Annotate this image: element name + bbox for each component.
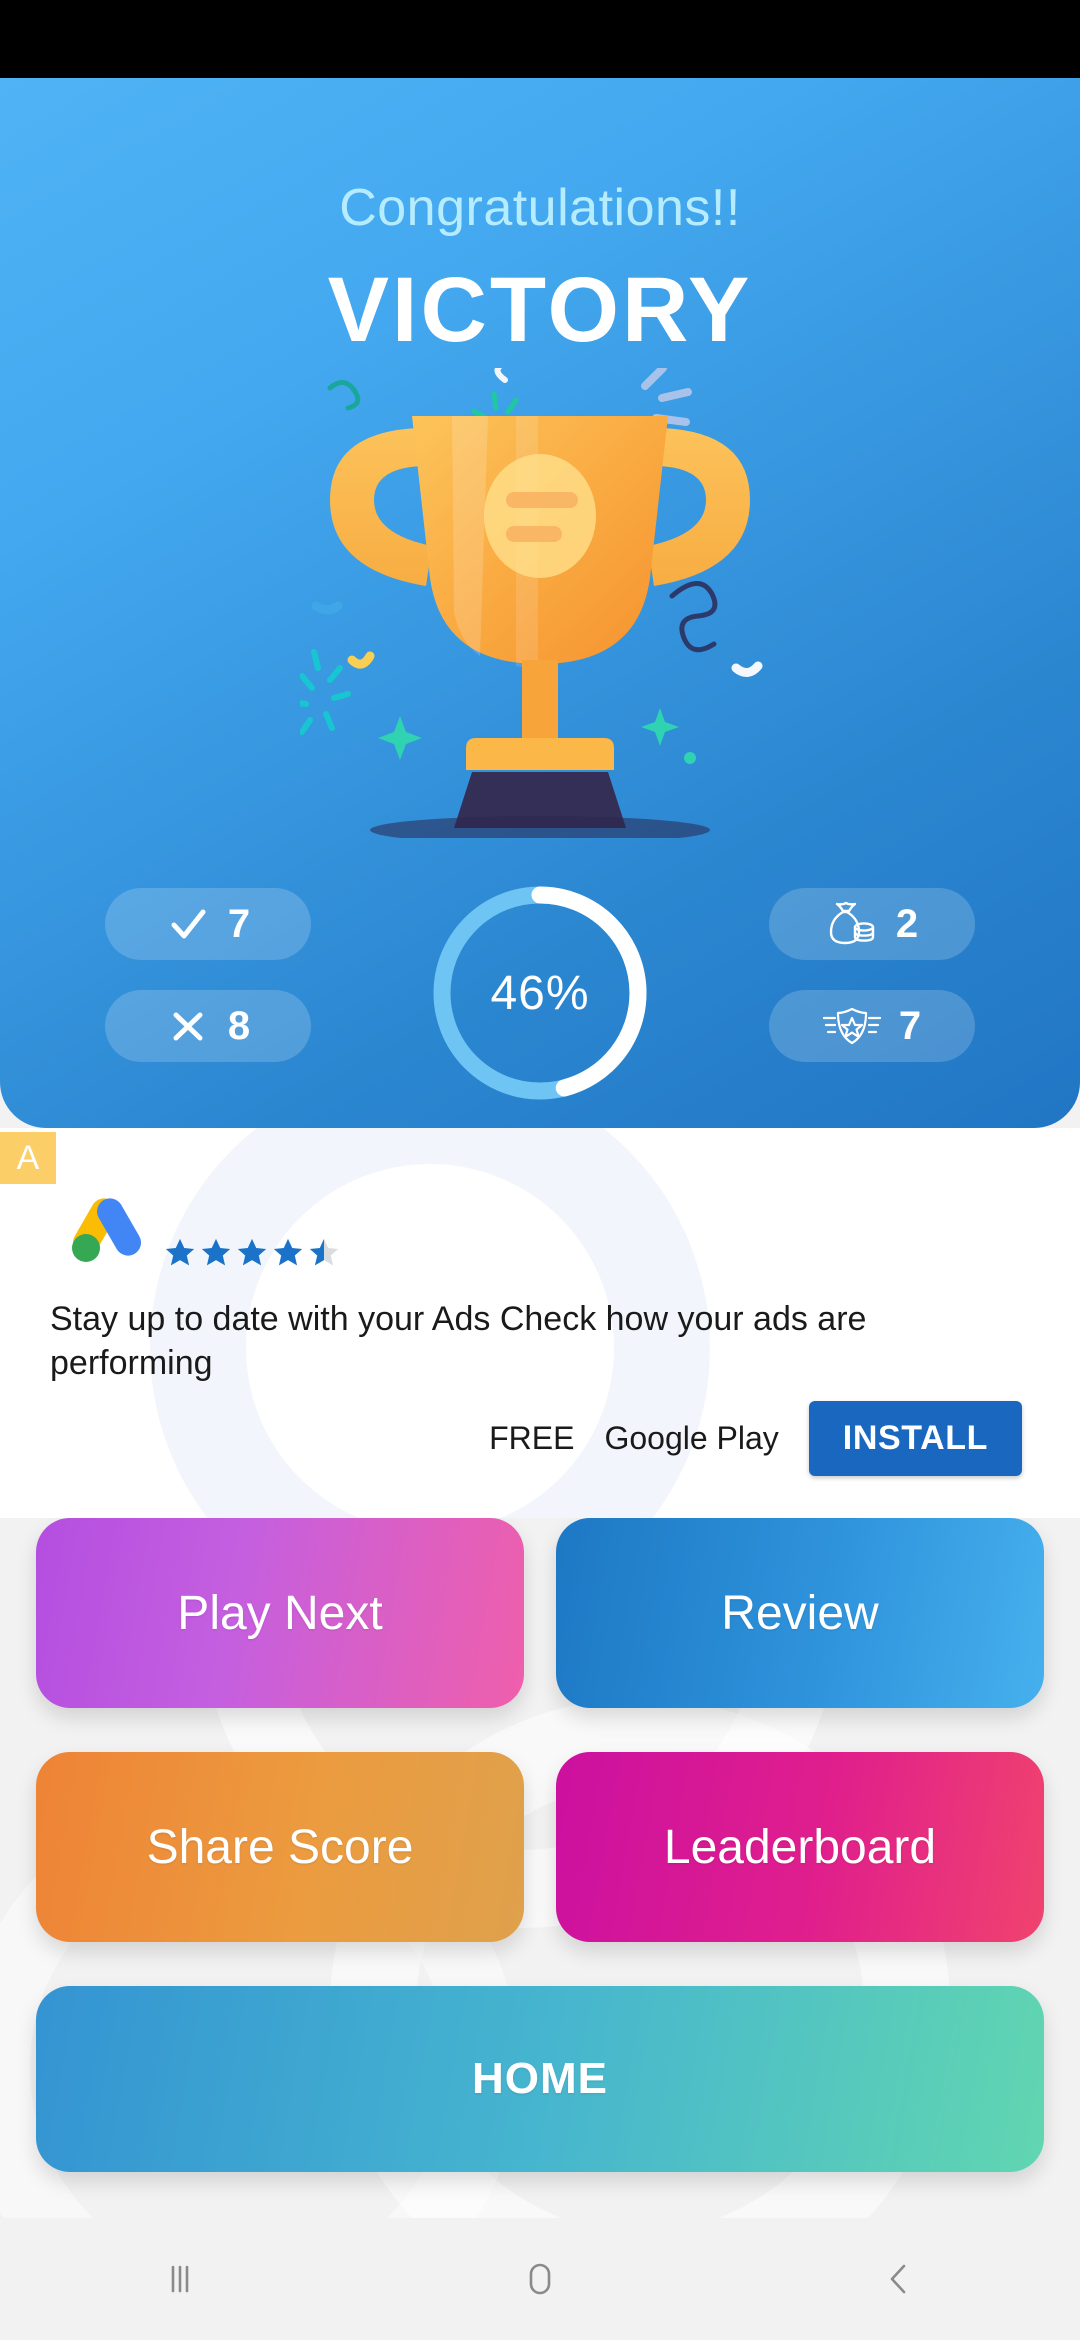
stat-correct-value: 7 xyxy=(227,901,251,946)
star-icon xyxy=(201,1238,231,1266)
money-bag-icon xyxy=(829,901,875,945)
stat-correct: 7 xyxy=(105,888,311,960)
ad-container[interactable]: A Stay up to date with your Ads Check ho… xyxy=(0,1128,1080,1518)
victory-card: Congratulations!! VICTORY 7 8 2 7 46% xyxy=(0,78,1080,1128)
nav-home-button[interactable] xyxy=(450,2218,630,2340)
action-row-3: HOME xyxy=(0,1986,1080,2172)
stats-row: 7 8 2 7 46% xyxy=(0,886,1080,1128)
home-button[interactable]: HOME xyxy=(36,1986,1044,2172)
google-ads-logo-icon xyxy=(72,1198,141,1262)
badge-shield-icon xyxy=(822,1007,881,1045)
star-half-icon xyxy=(309,1238,339,1266)
stats-left-column: 7 8 xyxy=(105,888,311,1092)
ad-cta-row: FREE Google Play INSTALL xyxy=(489,1401,1022,1476)
star-icon xyxy=(165,1238,195,1266)
trophy-icon xyxy=(300,368,763,838)
ad-badge: A xyxy=(0,1132,56,1184)
cross-icon xyxy=(173,1012,203,1041)
home-icon xyxy=(529,2263,551,2295)
stat-coins-value: 2 xyxy=(895,901,919,946)
stat-rank-value: 7 xyxy=(898,1003,922,1048)
install-button[interactable]: INSTALL xyxy=(808,1401,1022,1476)
stat-rank: 7 xyxy=(769,990,975,1062)
recents-icon xyxy=(171,2265,189,2293)
page-title: VICTORY xyxy=(327,259,753,361)
star-icon xyxy=(273,1238,303,1266)
actions-panel: Play Next Review Share Score Leaderboard… xyxy=(0,1518,1080,2218)
stat-coins: 2 xyxy=(769,888,975,960)
share-score-button[interactable]: Share Score xyxy=(36,1752,524,1942)
trophy-illustration xyxy=(300,368,780,838)
stats-right-column: 2 7 xyxy=(769,888,975,1092)
nav-recents-button[interactable] xyxy=(90,2218,270,2340)
nav-back-button[interactable] xyxy=(810,2218,990,2340)
star-icon xyxy=(237,1238,267,1266)
system-navigation-bar xyxy=(0,2218,1080,2340)
stat-wrong-value: 8 xyxy=(227,1003,251,1048)
leaderboard-button[interactable]: Leaderboard xyxy=(556,1752,1044,1942)
congratulations-text: Congratulations!! xyxy=(339,179,741,237)
check-icon xyxy=(171,909,206,939)
progress-percent-label: 46% xyxy=(490,966,590,1020)
ad-price-label: FREE xyxy=(489,1420,575,1456)
action-row-2: Share Score Leaderboard xyxy=(0,1752,1080,1942)
ad-rating-stars xyxy=(163,1236,341,1270)
action-button-grid: Play Next Review Share Score Leaderboard… xyxy=(0,1518,1080,2172)
progress-ring: 46% xyxy=(420,873,660,1113)
status-bar xyxy=(0,0,1080,78)
stat-wrong: 8 xyxy=(105,990,311,1062)
back-icon xyxy=(890,2264,906,2294)
play-next-button[interactable]: Play Next xyxy=(36,1518,524,1708)
action-row-1: Play Next Review xyxy=(0,1518,1080,1708)
ad-headline: Stay up to date with your Ads Check how … xyxy=(50,1300,867,1382)
ad-store-label: Google Play xyxy=(604,1420,779,1456)
review-button[interactable]: Review xyxy=(556,1518,1044,1708)
